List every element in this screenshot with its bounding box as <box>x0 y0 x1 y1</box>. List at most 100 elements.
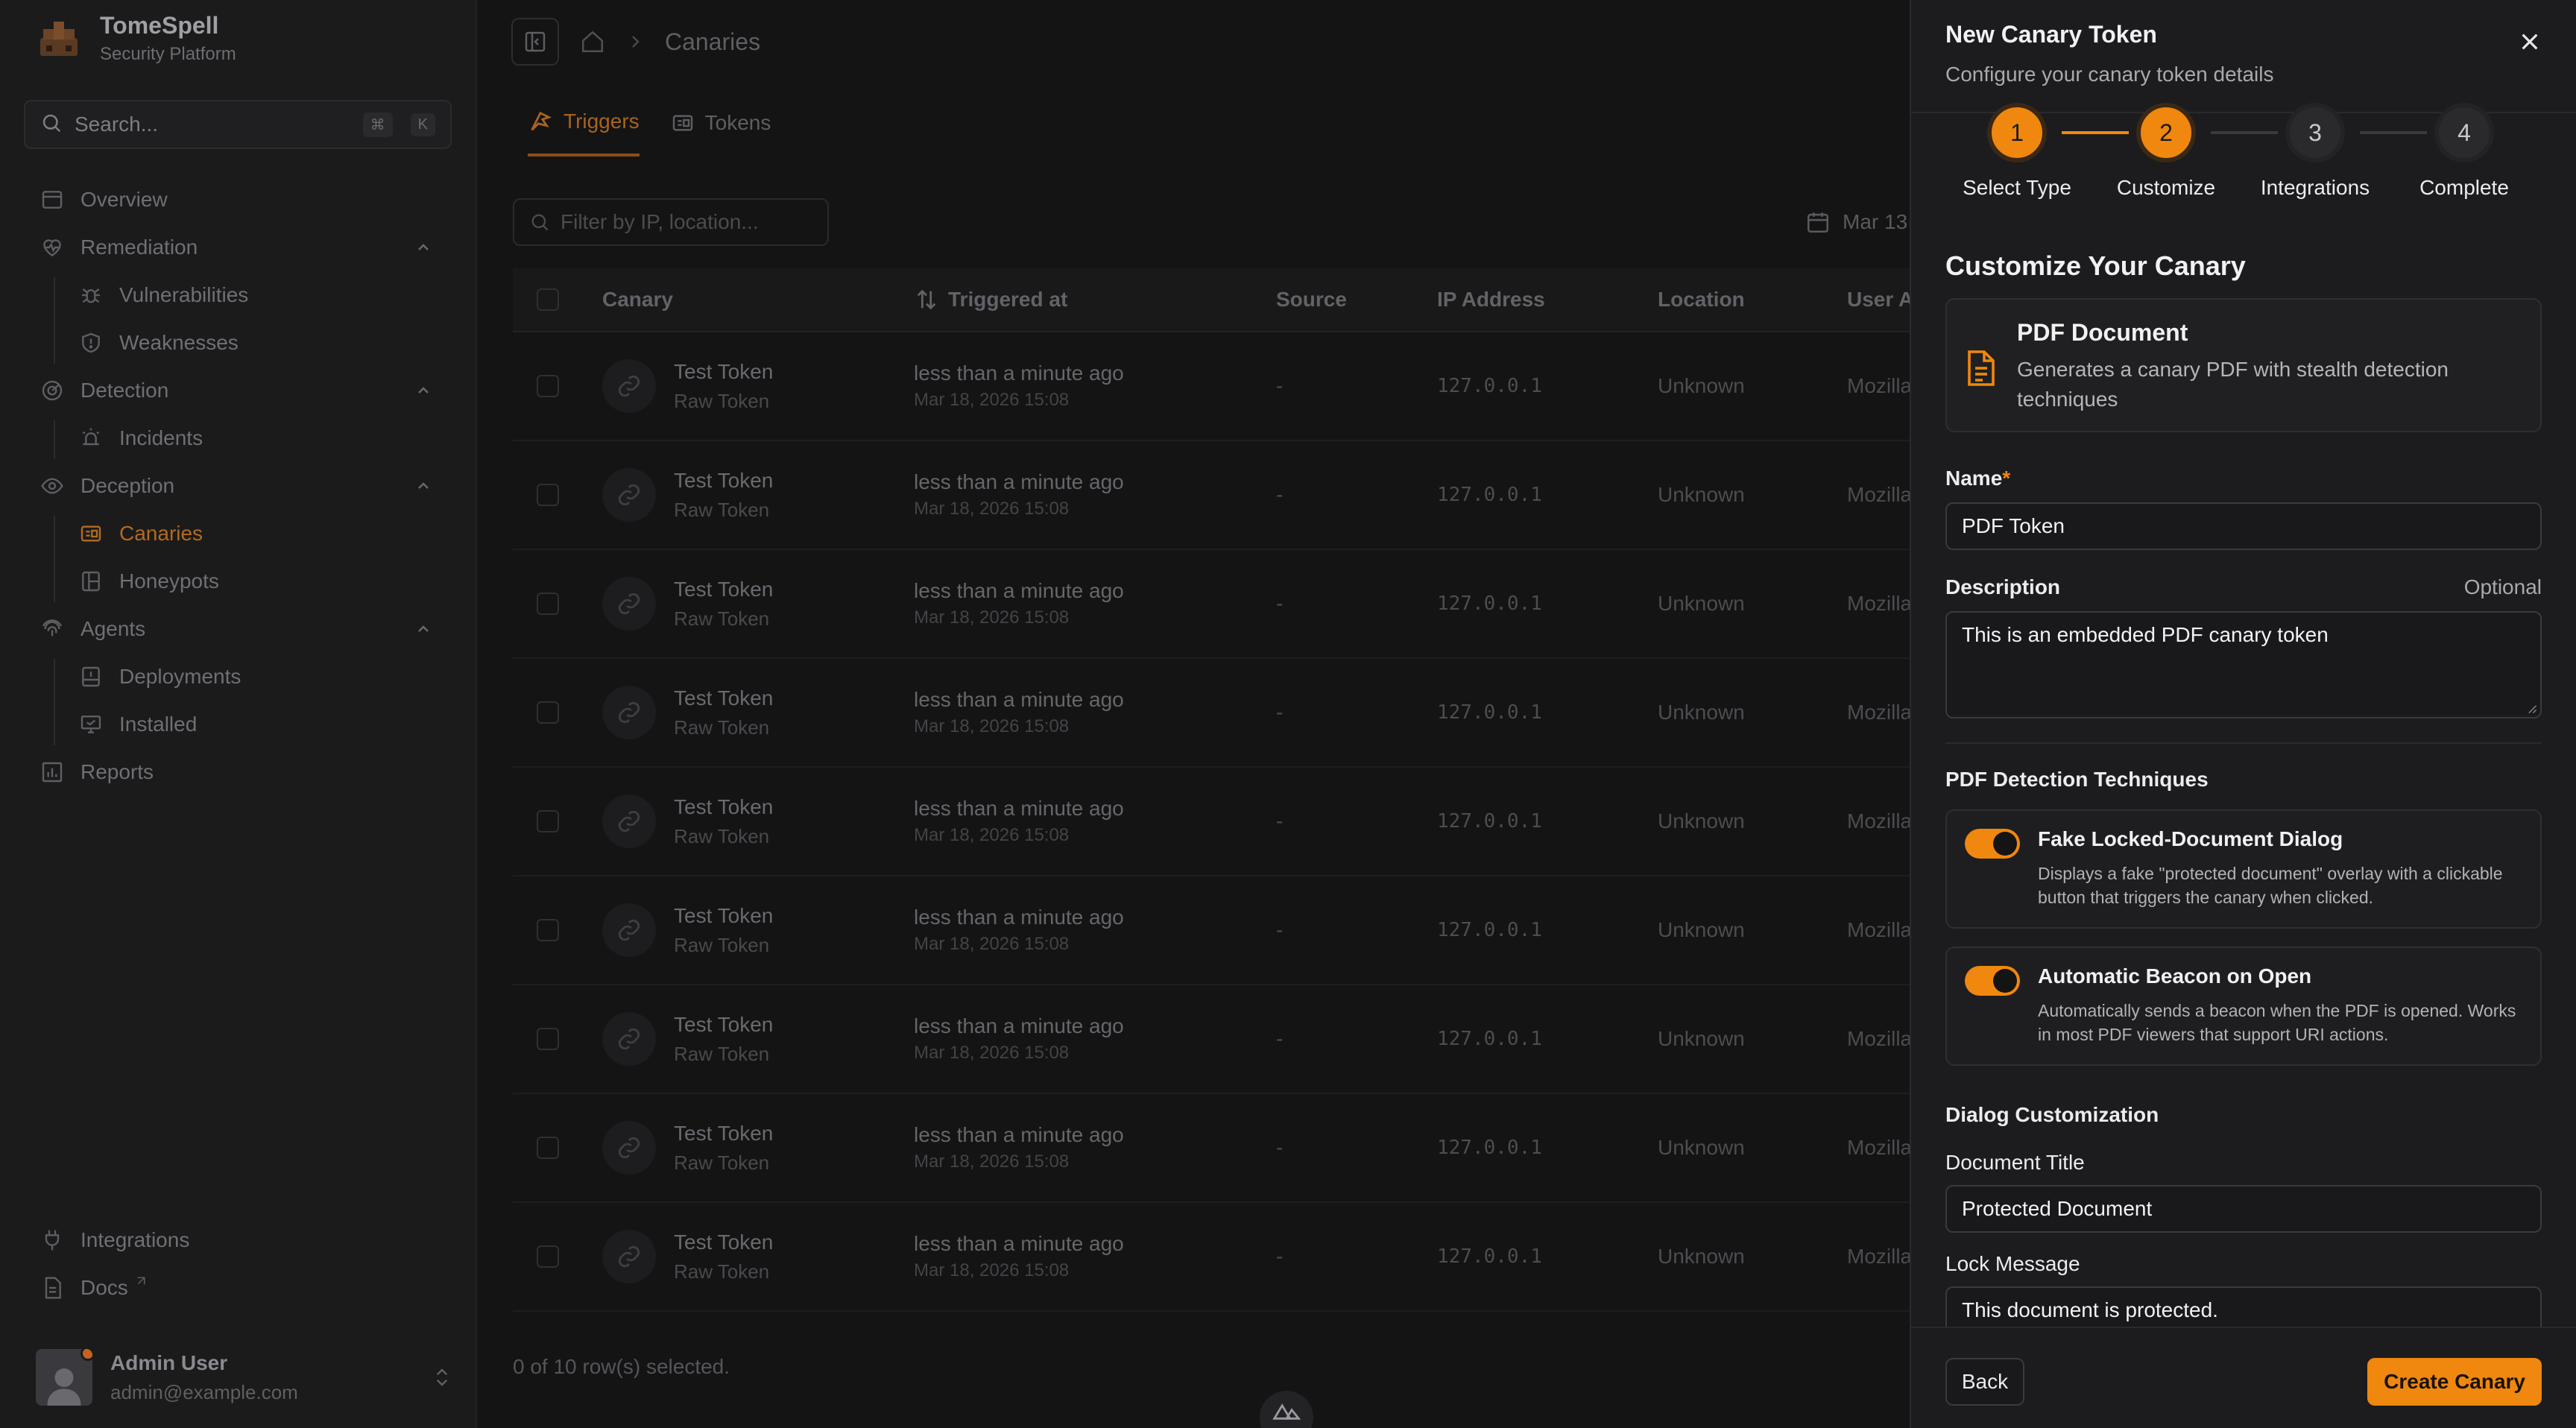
sidebar-item-canaries[interactable]: Canaries <box>0 510 477 557</box>
sidebar-item-agents[interactable]: Agents <box>0 605 477 653</box>
link-icon <box>602 1012 656 1066</box>
step-complete[interactable]: 4 Complete <box>2375 103 2554 200</box>
deploy-icon <box>78 663 104 690</box>
col-triggered-at[interactable]: Triggered at <box>914 287 1276 312</box>
row-checkbox[interactable] <box>537 1028 559 1050</box>
drawer-form[interactable]: Customize Your Canary PDF Document Gener… <box>1911 224 2576 1327</box>
table-row[interactable]: Test Token Raw Token less than a minute ag… <box>513 550 1910 659</box>
table-row[interactable]: Test Token Raw Token less than a minute ag… <box>513 659 1910 768</box>
sidebar-item-label: Deployments <box>119 665 242 688</box>
chevron-up-icon[interactable] <box>414 477 432 495</box>
row-checkbox[interactable] <box>537 810 559 833</box>
tab-label: Tokens <box>704 111 771 134</box>
auto-beacon-toggle[interactable] <box>1965 966 2020 996</box>
table-row[interactable]: Test Token Raw Token less than a minute ag… <box>513 441 1910 550</box>
sidebar-item-reports[interactable]: Reports <box>0 748 477 796</box>
table-row[interactable]: Test Token Raw Token less than a minute ag… <box>513 332 1910 441</box>
document-title-value: Protected Document <box>1962 1197 2153 1220</box>
location-cell: Unknown <box>1658 374 1745 397</box>
sidebar-item-installed[interactable]: Installed <box>0 701 477 748</box>
ip-cell: 127.0.0.1 <box>1437 484 1542 506</box>
triggered-date: Mar 18, 2026 15:08 <box>914 1043 1070 1063</box>
token-icon <box>672 115 692 131</box>
lock-message-field[interactable]: This document is protected. <box>1945 1286 2542 1327</box>
row-checkbox[interactable] <box>537 1245 559 1268</box>
col-location[interactable]: Location <box>1658 288 1847 312</box>
description-field[interactable]: This is an embedded PDF canary token <box>1945 611 2542 718</box>
user-agent-cell: Mozilla <box>1847 483 1910 506</box>
col-user-agent[interactable]: User A <box>1847 288 1910 312</box>
close-button[interactable] <box>2515 27 2545 57</box>
row-checkbox[interactable] <box>537 701 559 724</box>
brand[interactable]: TomeSpell Security Platform <box>36 12 236 65</box>
row-checkbox[interactable] <box>537 375 559 397</box>
chevron-up-icon[interactable] <box>414 238 432 256</box>
ip-cell: 127.0.0.1 <box>1437 919 1542 941</box>
location-cell: Unknown <box>1658 592 1745 615</box>
source-cell: - <box>1276 1136 1284 1159</box>
filter-input[interactable]: Filter by IP, location... <box>513 198 829 246</box>
resize-handle-icon[interactable] <box>2527 704 2537 714</box>
table-row[interactable]: Test Token Raw Token less than a minute ag… <box>513 1094 1910 1203</box>
chevron-up-icon[interactable] <box>414 620 432 638</box>
row-checkbox[interactable] <box>537 593 559 615</box>
col-ip-address[interactable]: IP Address <box>1437 288 1658 312</box>
search-input[interactable]: Search... ⌘ K <box>24 100 452 149</box>
col-canary[interactable]: Canary <box>602 288 914 312</box>
required-asterisk: * <box>2002 467 2011 490</box>
row-checkbox[interactable] <box>537 484 559 506</box>
document-title-field[interactable]: Protected Document <box>1945 1185 2542 1233</box>
sidebar-item-label: Docs <box>80 1276 128 1299</box>
user-name: Admin User <box>110 1350 228 1374</box>
shortcut-key-k: K <box>410 113 435 136</box>
canary-name: Test Token <box>674 903 774 927</box>
sidebar-item-integrations[interactable]: Integrations <box>0 1216 477 1264</box>
chevrons-up-down-icon[interactable] <box>431 1366 453 1388</box>
triggered-relative: less than a minute ago <box>914 361 1124 385</box>
ip-cell: 127.0.0.1 <box>1437 701 1542 724</box>
back-button[interactable]: Back <box>1945 1358 2024 1406</box>
technique-auto-beacon[interactable]: Automatic Beacon on Open Automatically s… <box>1945 947 2542 1066</box>
sidebar-item-overview[interactable]: Overview <box>0 176 477 224</box>
sidebar-item-incidents[interactable]: Incidents <box>0 414 477 462</box>
user-menu[interactable]: Admin User admin@example.com <box>36 1342 453 1413</box>
user-agent-cell: Mozilla <box>1847 1245 1910 1268</box>
sidebar-item-honeypots[interactable]: Honeypots <box>0 557 477 605</box>
row-checkbox[interactable] <box>537 919 559 941</box>
eye-icon <box>39 473 66 499</box>
sidebar-item-label: Remediation <box>80 236 198 259</box>
toggle-sidebar-button[interactable] <box>511 18 559 66</box>
user-agent-cell: Mozilla <box>1847 701 1910 724</box>
chevron-up-icon[interactable] <box>414 382 432 399</box>
tab-tokens[interactable]: Tokens <box>671 109 771 157</box>
technique-title: Fake Locked-Document Dialog <box>2038 827 2343 850</box>
sidebar-item-remediation[interactable]: Remediation <box>0 224 477 271</box>
table-row[interactable]: Test Token Raw Token less than a minute ag… <box>513 768 1910 876</box>
ip-cell: 127.0.0.1 <box>1437 593 1542 615</box>
triggered-relative: less than a minute ago <box>914 797 1124 820</box>
create-canary-button[interactable]: Create Canary <box>2367 1358 2542 1406</box>
table-row[interactable]: Test Token Raw Token less than a minute ag… <box>513 1203 1910 1312</box>
heart-pulse-icon <box>39 234 66 261</box>
location-cell: Unknown <box>1658 918 1745 941</box>
ip-cell: 127.0.0.1 <box>1437 1245 1542 1268</box>
name-field[interactable]: PDF Token <box>1945 502 2542 550</box>
table-row[interactable]: Test Token Raw Token less than a minute ag… <box>513 876 1910 985</box>
sidebar-item-weaknesses[interactable]: Weaknesses <box>0 319 477 367</box>
sidebar-item-deployments[interactable]: Deployments <box>0 653 477 701</box>
table-row[interactable]: Test Token Raw Token less than a minute ag… <box>513 985 1910 1094</box>
home-icon[interactable] <box>580 29 605 54</box>
devtools-button[interactable] <box>1260 1391 1313 1428</box>
sidebar-item-label: Weaknesses <box>119 331 239 354</box>
tab-triggers[interactable]: Triggers <box>528 109 640 157</box>
sidebar-item-docs[interactable]: Docs <box>0 1264 477 1312</box>
select-all-checkbox[interactable] <box>537 288 559 311</box>
row-checkbox[interactable] <box>537 1137 559 1159</box>
technique-fake-lock-dialog[interactable]: Fake Locked-Document Dialog Displays a f… <box>1945 809 2542 929</box>
sidebar-item-vulnerabilities[interactable]: Vulnerabilities <box>0 271 477 319</box>
date-range-button[interactable]: Mar 13 <box>1805 198 1907 246</box>
fake-lock-toggle[interactable] <box>1965 829 2020 859</box>
sidebar-item-deception[interactable]: Deception <box>0 462 477 510</box>
col-source[interactable]: Source <box>1276 288 1437 312</box>
sidebar-item-detection[interactable]: Detection <box>0 367 477 414</box>
